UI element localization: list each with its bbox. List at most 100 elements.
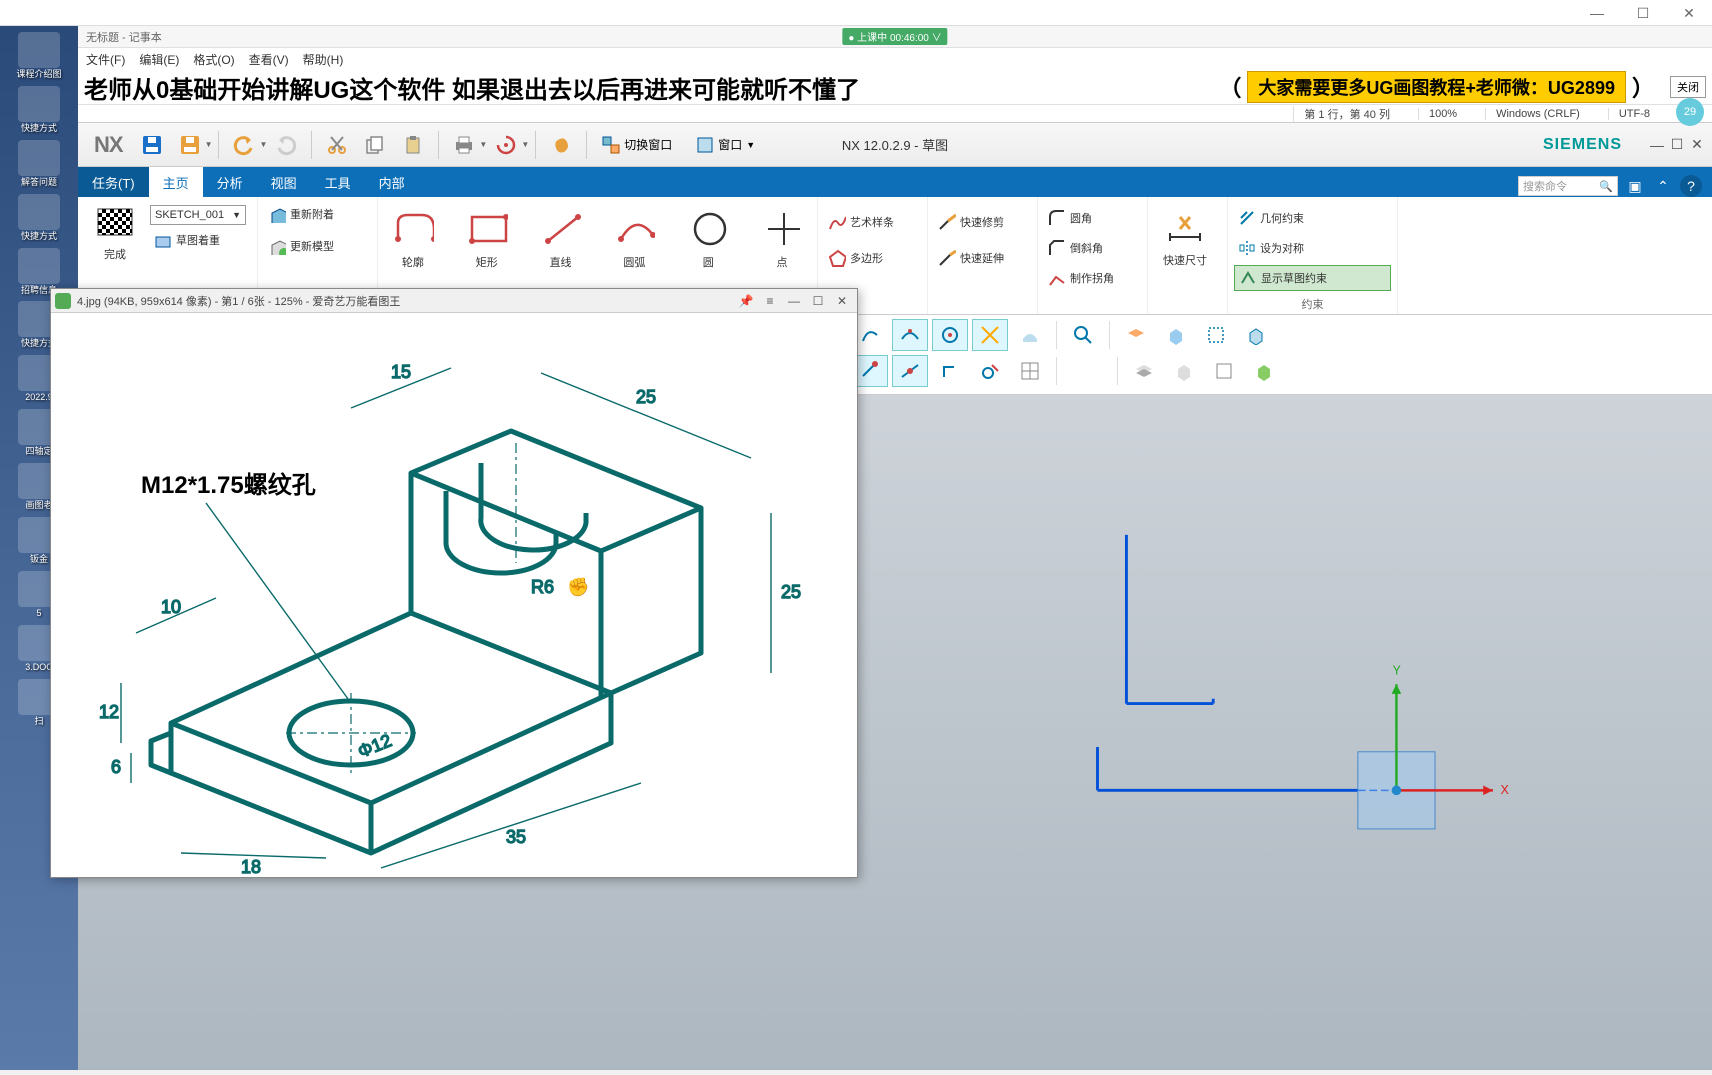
rapid-dimension-button[interactable]: 快速尺寸 bbox=[1154, 201, 1216, 268]
quick-extend-button[interactable]: 快速延伸 bbox=[934, 245, 1031, 271]
search-icon: 🔍 bbox=[1599, 180, 1613, 193]
switch-window-button[interactable]: 切换窗口 bbox=[593, 131, 681, 159]
circle-button[interactable]: 圆 bbox=[679, 209, 737, 270]
undo-icon[interactable] bbox=[227, 129, 261, 161]
fit-view-icon[interactable] bbox=[1198, 319, 1234, 351]
window-menu-button[interactable]: 窗口▼ bbox=[687, 131, 764, 159]
menu-view[interactable]: 查看(V) bbox=[249, 51, 289, 68]
iv-minimize-icon[interactable]: — bbox=[783, 292, 805, 310]
iso-view-icon[interactable] bbox=[1238, 319, 1274, 351]
image-viewer-window[interactable]: 4.jpg (94KB, 959x614 像素) - 第1 / 6张 - 125… bbox=[50, 288, 858, 878]
touch-mode-icon[interactable] bbox=[544, 129, 578, 161]
body-icon[interactable] bbox=[1158, 319, 1194, 351]
intersection-icon[interactable] bbox=[972, 319, 1008, 351]
art-spline-button[interactable]: 艺术样条 bbox=[824, 209, 921, 235]
menu-icon[interactable]: ≡ bbox=[759, 292, 781, 310]
sketch-orient-button[interactable]: 草图着重 bbox=[150, 227, 246, 253]
command-search-input[interactable]: 搜索命令 🔍 bbox=[1518, 176, 1618, 196]
make-symmetric-button[interactable]: 设为对称 bbox=[1234, 235, 1391, 261]
point-button[interactable]: 点 bbox=[753, 209, 811, 270]
menu-file[interactable]: 文件(F) bbox=[86, 51, 125, 68]
update-model-button[interactable]: 更新模型 bbox=[264, 233, 371, 259]
help-icon[interactable]: ? bbox=[1680, 175, 1702, 197]
window-close-icon[interactable]: ✕ bbox=[1666, 0, 1712, 26]
midpoint-snap-icon[interactable] bbox=[892, 355, 928, 387]
body-2-icon[interactable] bbox=[1166, 355, 1202, 387]
nx-close-icon[interactable]: ✕ bbox=[1688, 136, 1706, 154]
repeat-command-icon[interactable] bbox=[489, 129, 523, 161]
tab-home[interactable]: 主页 bbox=[149, 167, 203, 197]
paste-icon[interactable] bbox=[396, 129, 430, 161]
center-point-icon[interactable] bbox=[932, 319, 968, 351]
fillet-button[interactable]: 圆角 bbox=[1044, 205, 1141, 231]
nx-maximize-icon[interactable]: ☐ bbox=[1668, 136, 1686, 154]
show-sketch-constraints-button[interactable]: 显示草图约束 bbox=[1234, 265, 1391, 291]
paren-right: ） bbox=[1632, 71, 1654, 103]
group-label-constraint: 约束 bbox=[1228, 296, 1397, 312]
menu-help[interactable]: 帮助(H) bbox=[303, 51, 344, 68]
shaded-icon[interactable] bbox=[1246, 355, 1282, 387]
image-viewer-titlebar[interactable]: 4.jpg (94KB, 959x614 像素) - 第1 / 6张 - 125… bbox=[51, 289, 857, 313]
polygon-button[interactable]: 多边形 bbox=[824, 245, 921, 271]
redo-icon[interactable] bbox=[269, 129, 303, 161]
notepad-window: 无标题 - 记事本 ● 上课中 00:46:00 ∨ 文件(F) 编辑(E) 格… bbox=[78, 26, 1712, 122]
banner-close-button[interactable]: 关闭 bbox=[1670, 76, 1706, 98]
axis-y-label: Y bbox=[1393, 664, 1402, 678]
desktop-shortcut[interactable]: 快捷方式 bbox=[7, 194, 71, 242]
promo-highlight: 大家需要更多UG画图教程+老师微：UG2899 bbox=[1247, 71, 1626, 103]
notepad-title-text: 无标题 - 记事本 bbox=[86, 32, 162, 44]
curve-point-icon[interactable] bbox=[892, 319, 928, 351]
pin-icon[interactable]: 📌 bbox=[735, 292, 757, 310]
options-icon[interactable]: ▣ bbox=[1624, 175, 1646, 197]
wireframe-icon[interactable] bbox=[1206, 355, 1242, 387]
desktop-shortcut[interactable]: 解答问题 bbox=[7, 140, 71, 188]
image-viewer-title-text: 4.jpg (94KB, 959x614 像素) - 第1 / 6张 - 125… bbox=[77, 293, 400, 309]
tab-tool[interactable]: 工具 bbox=[311, 167, 365, 197]
menu-format[interactable]: 格式(O) bbox=[193, 51, 234, 68]
save-as-icon[interactable] bbox=[173, 129, 207, 161]
menu-edit[interactable]: 编辑(E) bbox=[139, 51, 179, 68]
quick-trim-button[interactable]: 快速修剪 bbox=[934, 209, 1031, 235]
window-min-icon[interactable]: — bbox=[1574, 0, 1620, 26]
profile-button[interactable]: 轮廓 bbox=[384, 209, 442, 270]
image-viewer-canvas[interactable]: 15 25 25 10 12 6 18 35 R6 Φ12 bbox=[51, 313, 857, 877]
reattach-button[interactable]: 重新附着 bbox=[264, 201, 371, 227]
sketch-selector[interactable]: SKETCH_001▼ bbox=[150, 205, 246, 225]
iv-close-icon[interactable]: ✕ bbox=[831, 292, 853, 310]
tab-analyze[interactable]: 分析 bbox=[203, 167, 257, 197]
dim-r6: R6 bbox=[531, 577, 554, 597]
surface-icon[interactable] bbox=[1012, 319, 1048, 351]
status-zoom: 100% bbox=[1418, 108, 1467, 120]
finish-sketch-button[interactable]: 完成 bbox=[84, 201, 146, 262]
class-timer-badge[interactable]: ● 上课中 00:46:00 ∨ bbox=[842, 28, 947, 45]
zoom-fit-icon[interactable] bbox=[1065, 319, 1101, 351]
notification-badge[interactable]: 29 bbox=[1676, 98, 1704, 126]
collapse-ribbon-icon[interactable]: ⌃ bbox=[1652, 175, 1674, 197]
print-icon[interactable] bbox=[447, 129, 481, 161]
layer-icon[interactable] bbox=[1118, 319, 1154, 351]
copy-icon[interactable] bbox=[358, 129, 392, 161]
window-max-icon[interactable]: ☐ bbox=[1620, 0, 1666, 26]
tab-internal[interactable]: 内部 bbox=[365, 167, 419, 197]
desktop-shortcut[interactable]: 课程介绍图 bbox=[7, 32, 71, 80]
nx-minimize-icon[interactable]: — bbox=[1648, 136, 1666, 154]
rectangle-button[interactable]: 矩形 bbox=[458, 209, 516, 270]
perpendicular-snap-icon[interactable] bbox=[932, 355, 968, 387]
save-icon[interactable] bbox=[135, 129, 169, 161]
line-button[interactable]: 直线 bbox=[532, 209, 590, 270]
notepad-titlebar[interactable]: 无标题 - 记事本 ● 上课中 00:46:00 ∨ bbox=[78, 26, 1712, 48]
tab-view[interactable]: 视图 bbox=[257, 167, 311, 197]
grid-snap-icon[interactable] bbox=[1012, 355, 1048, 387]
cut-icon[interactable] bbox=[320, 129, 354, 161]
dim-15: 15 bbox=[391, 362, 411, 382]
status-encoding: UTF-8 bbox=[1608, 108, 1660, 120]
make-corner-button[interactable]: 制作拐角 bbox=[1044, 265, 1141, 291]
layers-2-icon[interactable] bbox=[1126, 355, 1162, 387]
chamfer-button[interactable]: 倒斜角 bbox=[1044, 235, 1141, 261]
tangent-snap-icon[interactable] bbox=[972, 355, 1008, 387]
geometric-constraint-button[interactable]: 几何约束 bbox=[1234, 205, 1391, 231]
tab-task[interactable]: 任务(T) bbox=[78, 167, 149, 197]
arc-button[interactable]: 圆弧 bbox=[605, 209, 663, 270]
desktop-shortcut[interactable]: 快捷方式 bbox=[7, 86, 71, 134]
iv-maximize-icon[interactable]: ☐ bbox=[807, 292, 829, 310]
